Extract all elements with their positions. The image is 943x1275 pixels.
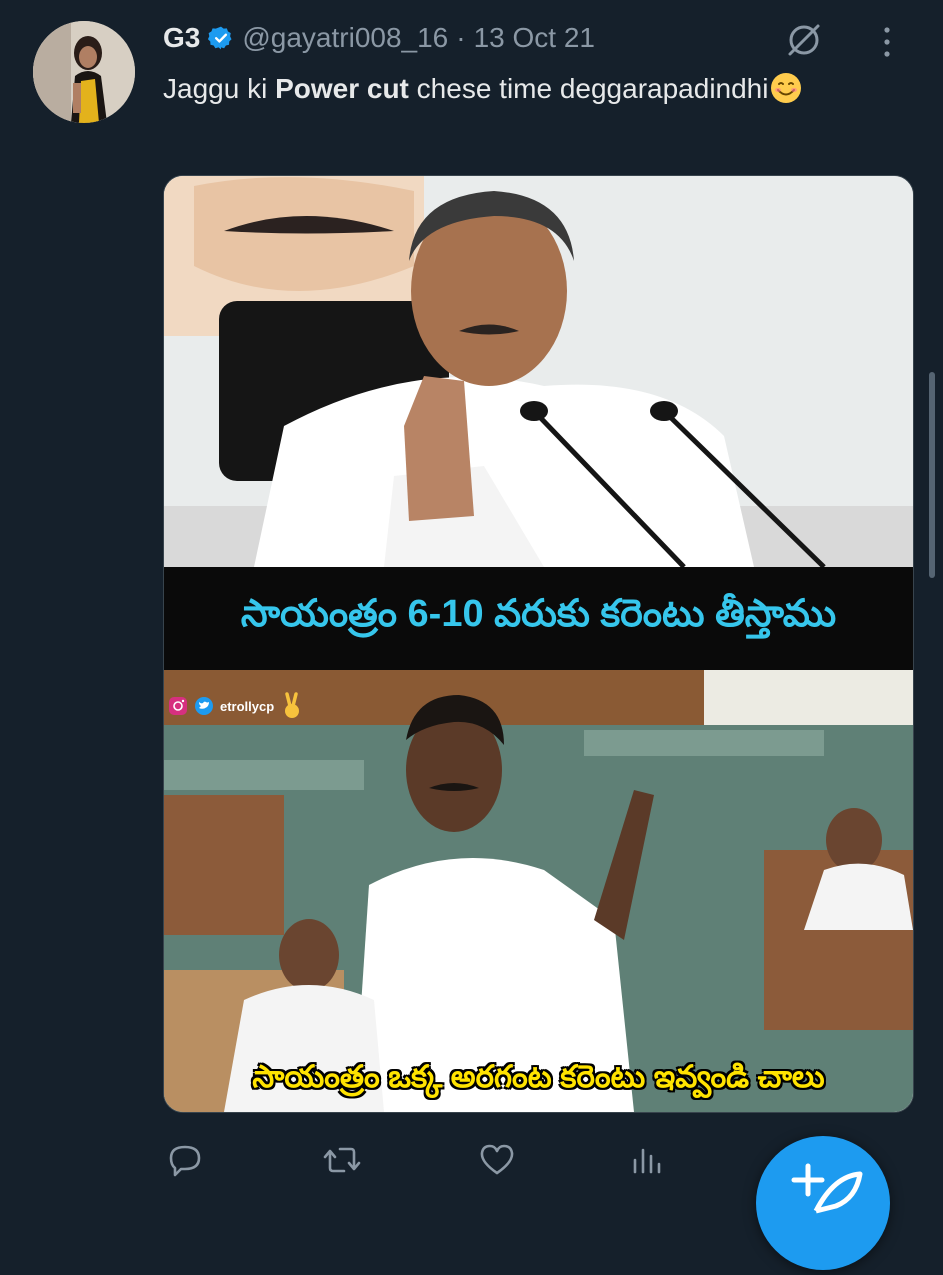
tweet-date[interactable]: 13 Oct 21 [474, 22, 595, 54]
meme-top-photo [164, 176, 913, 567]
watermark-text: etrollycp [220, 698, 275, 714]
meme-top-caption-text: సాయంత్రం 6-10 వరుకు కరెంటు తీస్తాము [240, 592, 837, 635]
meme-top-caption: సాయంత్రం 6-10 వరుకు కరెంటు తీస్తాము [164, 567, 913, 670]
meme-bottom-caption: సాయంత్రం ఒక్క అరగంట కరెంటు ఇవ్వండి చాలు [252, 1059, 825, 1094]
avatar-image [33, 21, 135, 123]
tweet-text-bold: Power cut [275, 73, 409, 104]
author-name[interactable]: G3 [163, 22, 200, 54]
tweet-text-before: Jaggu ki [163, 73, 276, 104]
reply-icon[interactable] [163, 1138, 207, 1182]
more-vertical-icon[interactable] [875, 24, 899, 60]
victory-hand-icon [285, 692, 300, 718]
separator-dot: · [456, 22, 466, 53]
tweet-header: G3 @gayatri008_16 · 13 Oct 21 [163, 18, 595, 58]
compose-fab-icon [791, 1163, 863, 1214]
views-icon[interactable] [625, 1138, 669, 1182]
meme-bottom-photo [164, 670, 913, 1112]
meme-bottom-panel: etrollycp సాయంత్రం ఒక్క అరగంట కరెంటు ఇవ్… [164, 670, 913, 1112]
verified-badge-icon [208, 26, 232, 50]
meme-watermark: etrollycp [168, 692, 304, 720]
tweet-text: Jaggu ki Power cut chese time deggarapad… [163, 68, 863, 110]
compose-button[interactable] [756, 1136, 890, 1270]
twitter-bird-icon [195, 697, 213, 715]
tweet-media[interactable]: సాయంత్రం 6-10 వరుకు కరెంటు తీస్తాము etro… [163, 175, 914, 1113]
author-handle[interactable]: @gayatri008_16 [242, 22, 448, 54]
retweet-icon[interactable] [320, 1138, 364, 1182]
instagram-icon [169, 697, 187, 715]
smiling-emoji-icon [771, 73, 802, 103]
scrollbar[interactable] [929, 372, 935, 578]
tweet-text-after: chese time deggarapadindhi [408, 73, 769, 104]
avatar[interactable] [33, 21, 135, 123]
grok-icon[interactable] [782, 18, 826, 62]
like-icon[interactable] [475, 1138, 519, 1182]
